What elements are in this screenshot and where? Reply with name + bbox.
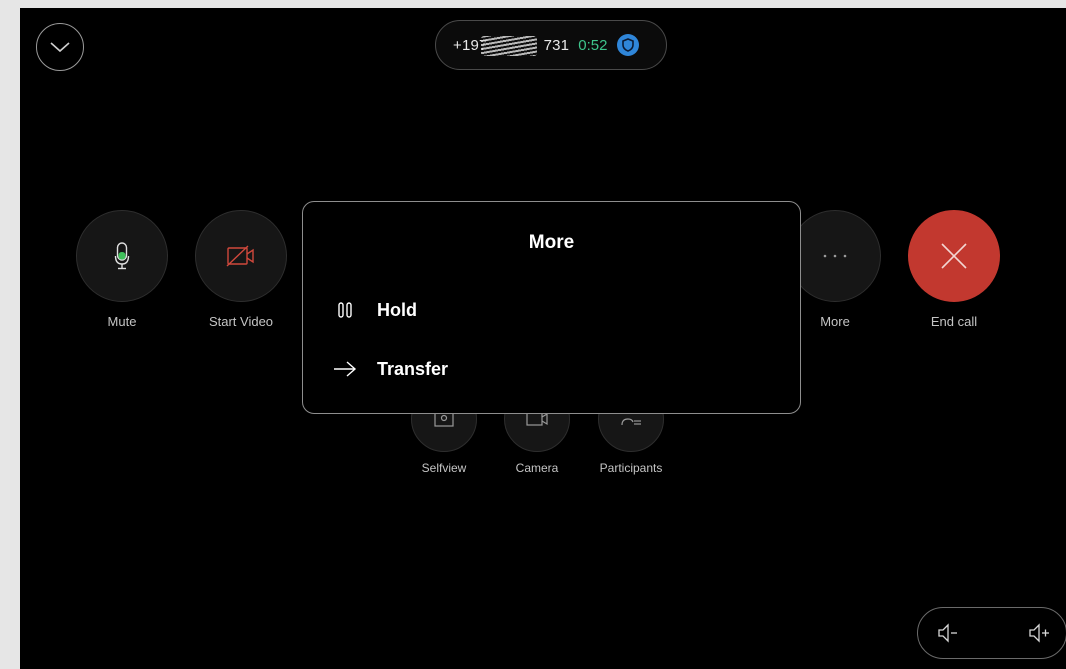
hold-label: Hold: [377, 299, 417, 320]
minimize-call-button[interactable]: [36, 23, 84, 71]
call-number: +197 731: [453, 35, 570, 56]
menu-item-transfer[interactable]: Transfer: [333, 354, 753, 384]
volume-up-icon: [1029, 623, 1049, 643]
close-icon: [941, 243, 967, 269]
volume-down-button[interactable]: [935, 620, 961, 646]
selfview-label: Selfview: [421, 461, 467, 475]
chevron-down-icon: [50, 42, 70, 53]
camera-label: Camera: [515, 461, 559, 475]
volume-control: [917, 607, 1066, 659]
participants-label: Participants: [599, 461, 663, 475]
camera-off-icon: [226, 245, 254, 267]
more-dots-icon: [823, 254, 847, 258]
call-status-pill[interactable]: +197 731 0:52: [435, 20, 667, 70]
mute-control[interactable]: Mute: [76, 210, 168, 329]
end-call-label: End call: [930, 314, 978, 329]
pause-icon: [333, 298, 357, 322]
arrow-right-icon: [333, 357, 357, 381]
mute-label: Mute: [107, 314, 137, 329]
popup-title: More: [528, 232, 575, 253]
more-menu-popup: More Hold Transfer: [302, 201, 801, 414]
start-video-label: Start Video: [208, 314, 274, 329]
end-call-control[interactable]: End call: [908, 210, 1000, 329]
more-control[interactable]: More: [789, 210, 881, 329]
end-call-button[interactable]: [908, 210, 1000, 302]
transfer-label: Transfer: [377, 358, 449, 379]
volume-up-button[interactable]: [1026, 620, 1052, 646]
redacted-digits: [481, 35, 537, 56]
microphone-icon: [114, 242, 130, 270]
call-screen: +197 731 0:52 Mute Start Video More End …: [20, 8, 1066, 669]
menu-item-hold[interactable]: Hold: [333, 295, 753, 325]
shield-icon: [617, 34, 640, 56]
start-video-button[interactable]: [195, 210, 287, 302]
call-timer: 0:52: [578, 36, 608, 54]
volume-down-icon: [938, 623, 957, 643]
more-button[interactable]: [789, 210, 881, 302]
more-label: More: [820, 314, 850, 329]
start-video-control[interactable]: Start Video: [195, 210, 287, 329]
mute-button[interactable]: [76, 210, 168, 302]
